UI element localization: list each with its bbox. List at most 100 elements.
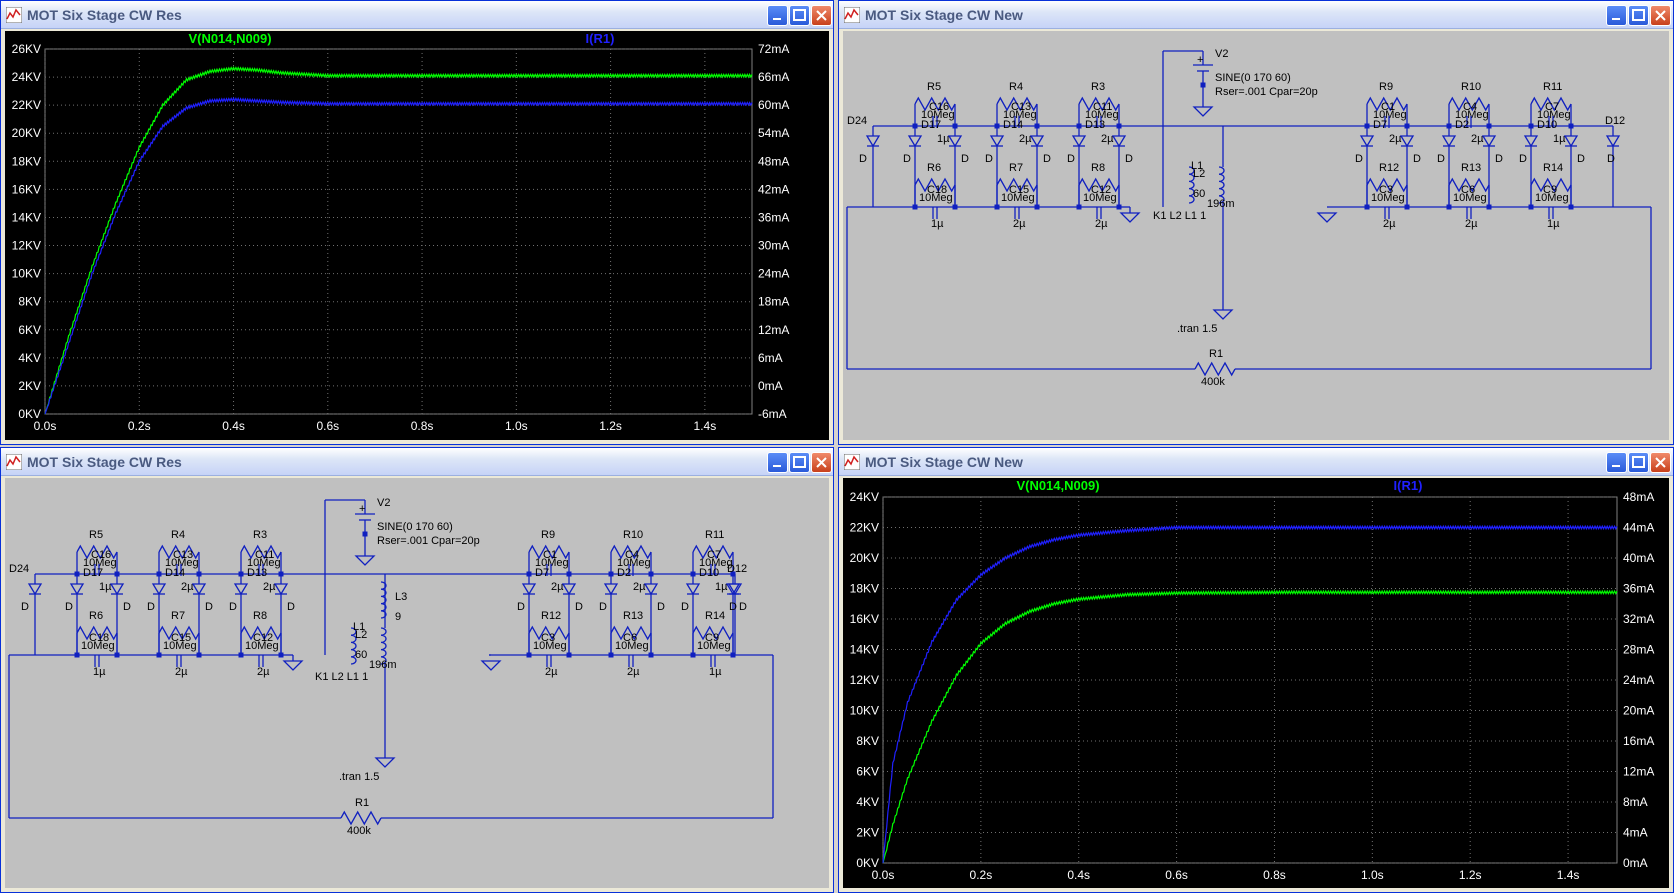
diode-name-label: D7	[1373, 119, 1387, 131]
diode-end-left-label: D24	[9, 563, 29, 575]
capacitor-value-label: 1µ	[99, 581, 112, 593]
plot-window-cw-res[interactable]: MOT Six Stage CW Res 0KV -6mA 2KV 0mA 4KV 6mA…	[0, 0, 834, 445]
minimize-button[interactable]	[767, 5, 788, 26]
diode-name-label: D7	[535, 567, 549, 579]
junction-dot	[608, 571, 614, 577]
resistor-name-label: R10	[1461, 81, 1481, 93]
junction-dot	[648, 571, 654, 577]
cw-multiplier-schematic[interactable]: D24DR510MegC161µD17R610MegC181µD DR410Meg…	[5, 478, 831, 890]
capacitor-name-label: C7	[707, 549, 721, 561]
diode-end-left-label: D24	[847, 115, 867, 127]
waveform-plot-area[interactable]: 0KV 0mA 2KV 4mA 4KV 8mA 6KV 12mA 8KV 16mA 10KV 20mA…	[843, 478, 1669, 888]
x-tick-label: 1.2s	[1459, 868, 1482, 882]
diode-symbol	[273, 583, 289, 596]
resistor-name-label: R13	[623, 610, 643, 622]
resistor-name-label: R12	[541, 610, 561, 622]
junction-dot	[1404, 204, 1410, 210]
y-right-tick-label: 36mA	[758, 210, 789, 224]
diode-symbol	[151, 583, 167, 596]
capacitor-name-label: C9	[705, 632, 719, 644]
y-left-tick-label: 2KV	[856, 826, 879, 840]
plot-frame	[882, 496, 1618, 864]
diode-value-label: D	[1125, 153, 1133, 165]
diode-value-label: D	[1577, 153, 1585, 165]
plot-window-cw-new[interactable]: MOT Six Stage CW New 0KV 0mA 2KV 4mA 4KV 8mA 6…	[838, 447, 1674, 893]
resistor-name-label: R14	[1543, 162, 1563, 174]
schematic-window-cw-res[interactable]: MOT Six Stage CW Res D24 D R5 10Meg C16 1µ D17…	[0, 447, 834, 893]
y-left-tick-label: 6KV	[18, 323, 41, 337]
maximize-icon	[1632, 456, 1645, 468]
minimize-button[interactable]	[767, 452, 788, 473]
maximize-button[interactable]	[789, 452, 810, 473]
waveform-chart[interactable]: 0KV 0mA2KV 4mA4KV 8mA6KV 12mA8KV 16mA10KV 20mA…	[843, 478, 1671, 890]
junction-dot	[526, 571, 532, 577]
x-tick-label: 1.2s	[599, 419, 622, 433]
diode-value-label: D	[599, 601, 607, 613]
y-right-tick-label: 48mA	[758, 154, 789, 168]
resistor-name-label: R9	[1379, 81, 1393, 93]
close-button[interactable]	[811, 5, 832, 26]
x-tick-label: 0.6s	[1165, 868, 1188, 882]
close-button[interactable]	[1650, 5, 1671, 26]
y-left-tick-label: 8KV	[18, 295, 41, 309]
waveform-chart[interactable]: 0KV -6mA2KV 0mA4KV 6mA6KV 12mA8KV 18mA10KV 24m…	[5, 31, 831, 442]
transformer-coupling-label: K1 L2 L1 1	[1153, 210, 1206, 222]
capacitor-value-label: 2µ	[551, 581, 564, 593]
junction-dot	[278, 571, 284, 577]
y-right-tick-label: 20mA	[1623, 704, 1654, 718]
capacitor-name-label: C6	[623, 632, 637, 644]
title-bar[interactable]: MOT Six Stage CW New	[839, 448, 1673, 476]
diode-value-label: D	[1519, 153, 1527, 165]
junction-dot	[1446, 204, 1452, 210]
junction-dot	[156, 652, 162, 658]
resistor-name-label: R7	[171, 610, 185, 622]
schematic-canvas[interactable]: D24 D R5 10Meg C16 1µ D17 R6 10Meg C18 1µ D D R4 10Meg…	[843, 31, 1669, 440]
minimize-button[interactable]	[1606, 452, 1627, 473]
y-right-tick-label: 42mA	[758, 182, 789, 196]
diode-value-label: D	[657, 601, 665, 613]
diode-value-label: D	[147, 601, 155, 613]
maximize-button[interactable]	[1628, 452, 1649, 473]
schematic-canvas[interactable]: D24 D R5 10Meg C16 1µ D17 R6 10Meg C18 1µ D D R4 10Meg…	[5, 478, 829, 888]
minimize-button[interactable]	[1606, 5, 1627, 26]
junction-dot	[1034, 204, 1040, 210]
y-right-tick-label: 12mA	[1623, 765, 1654, 779]
load-resistor-name: R1	[1209, 348, 1223, 360]
waveform-plot-area[interactable]: 0KV -6mA 2KV 0mA 4KV 6mA 6KV 12mA 8KV 18mA 10KV 24m…	[5, 31, 829, 440]
title-bar[interactable]: MOT Six Stage CW Res	[1, 1, 833, 29]
schematic-window-cw-new[interactable]: MOT Six Stage CW New D24 D R5 10Meg C16 1µ D17…	[838, 0, 1674, 445]
maximize-button[interactable]	[1628, 5, 1649, 26]
maximize-icon	[793, 9, 806, 21]
capacitor-name-label: C1	[1381, 101, 1395, 113]
junction-dot	[1364, 123, 1370, 129]
junction-dot	[278, 652, 284, 658]
resistor-name-label: R11	[705, 529, 724, 541]
close-button[interactable]	[1650, 452, 1671, 473]
diode-symbol	[191, 583, 207, 596]
ground-symbol	[1119, 212, 1141, 223]
y-right-tick-label: 18mA	[758, 295, 789, 309]
inductor-value-label: 196m	[369, 659, 397, 671]
capacitor-name-label: C18	[89, 632, 109, 644]
ground-symbol	[480, 660, 502, 671]
ground-symbol	[1192, 106, 1214, 117]
source-plus-sign: +	[359, 503, 365, 515]
title-bar[interactable]: MOT Six Stage CW Res	[1, 448, 833, 476]
maximize-button[interactable]	[789, 5, 810, 26]
y-left-tick-label: 10KV	[12, 267, 41, 281]
maximize-icon	[793, 456, 806, 468]
series-line-1	[882, 524, 1618, 864]
diode-symbol	[1399, 135, 1415, 148]
schematic-icon	[844, 7, 860, 23]
junction-dot	[1486, 123, 1492, 129]
schematic-icon	[6, 454, 22, 470]
diode-symbol	[561, 583, 577, 596]
y-left-tick-label: 8KV	[856, 734, 879, 748]
cw-multiplier-schematic[interactable]: D24DR510MegC161µD17R610MegC181µD DR410Meg…	[843, 31, 1671, 442]
junction-dot	[196, 571, 202, 577]
capacitor-name-label: C15	[171, 632, 191, 644]
title-bar[interactable]: MOT Six Stage CW New	[839, 1, 1673, 29]
diode-value-label: D	[1607, 153, 1615, 165]
diode-value-label: D	[1495, 153, 1503, 165]
close-button[interactable]	[811, 452, 832, 473]
